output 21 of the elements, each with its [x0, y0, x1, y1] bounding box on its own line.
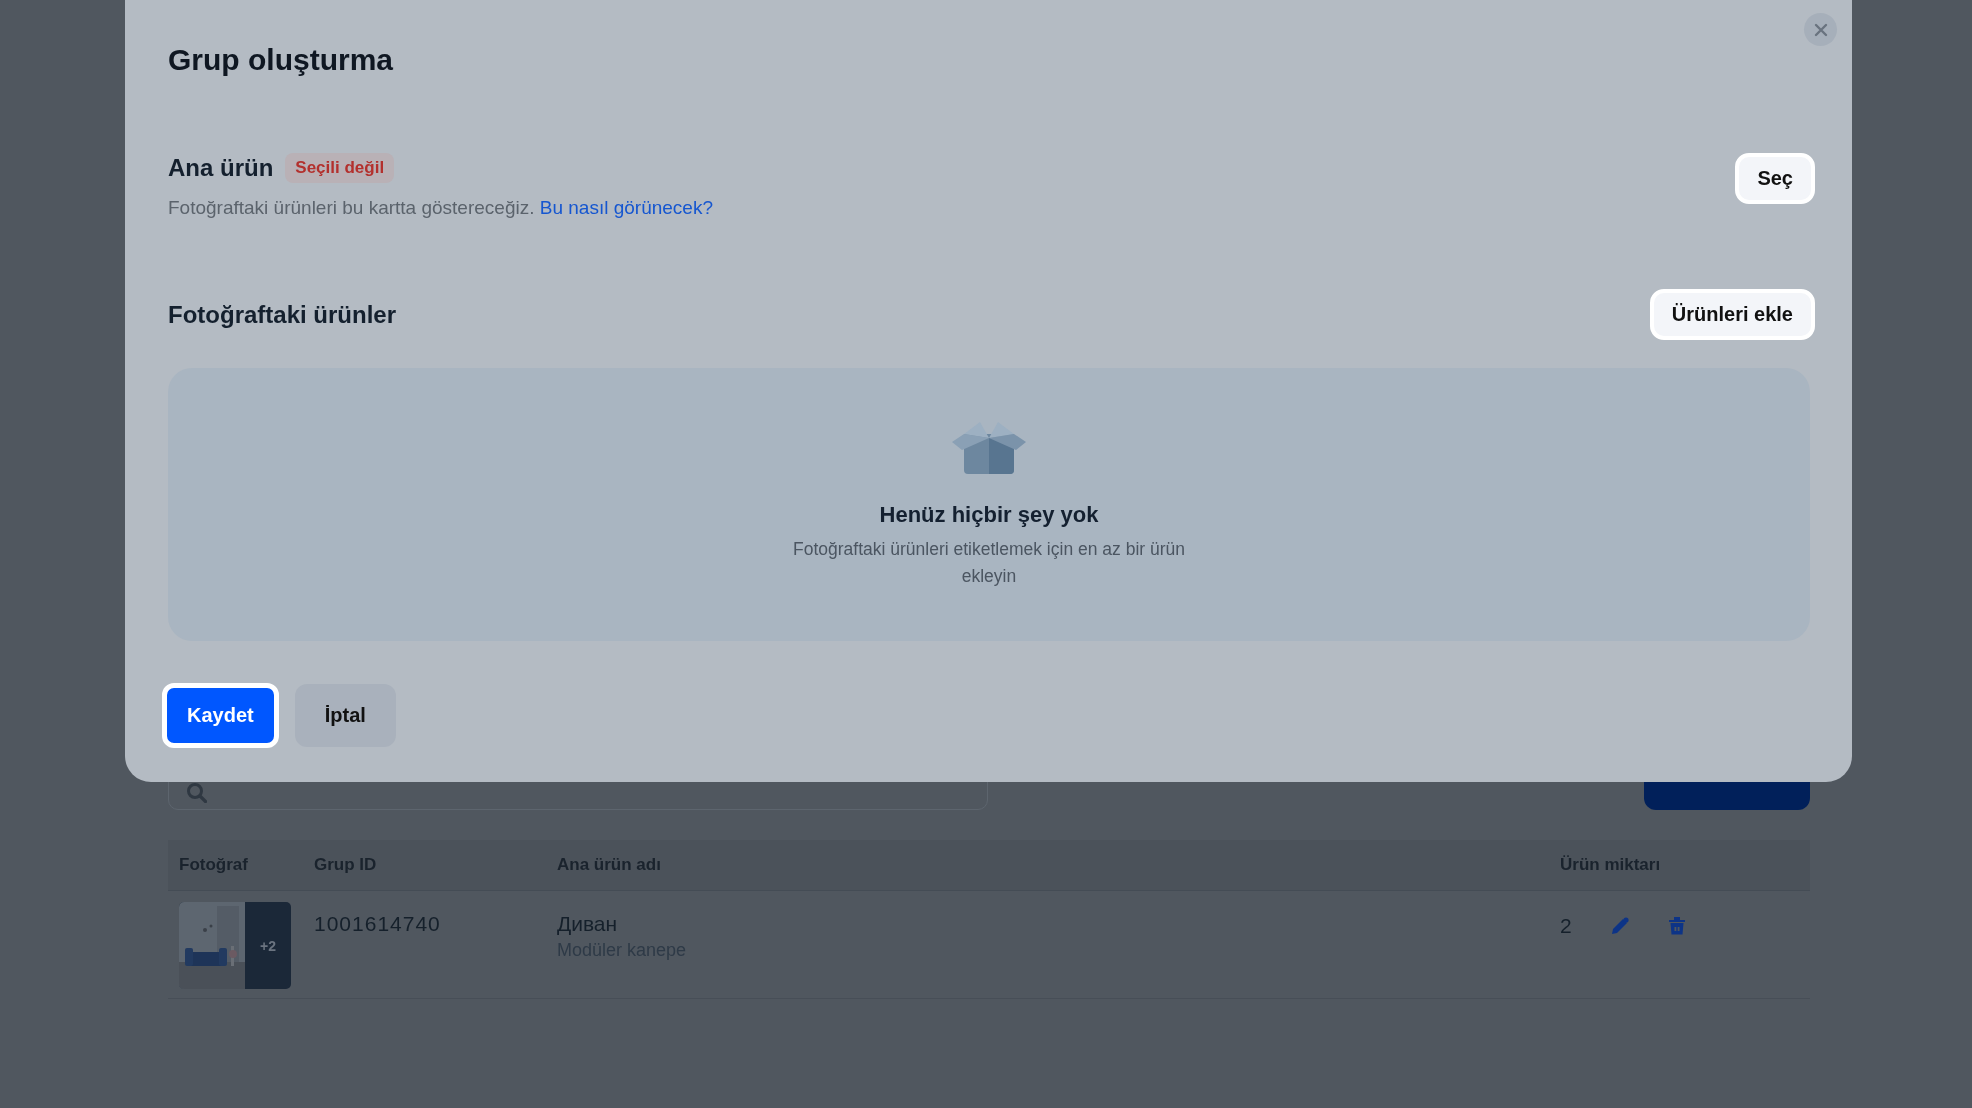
dialog-title: Grup oluşturma — [168, 43, 394, 77]
box-icon — [950, 420, 1028, 474]
empty-title: Henüz hiçbir şey yok — [879, 502, 1099, 528]
status-badge: Seçili değil — [285, 153, 395, 183]
select-button[interactable]: Seç — [1735, 153, 1815, 204]
empty-message: Fotoğraftaki ürünleri etiketlemek için en az bir ürün ekleyin — [792, 538, 1186, 588]
close-button[interactable] — [1804, 13, 1837, 46]
close-icon — [1813, 22, 1828, 37]
table-cell: 2 — [1560, 914, 1572, 938]
save-button[interactable]: Kaydet — [162, 683, 279, 748]
table-cell-text: 1001614740 — [314, 912, 442, 936]
section-description: Fotoğraftaki ürünleri bu kartta göstereceğiz. Bu nasıl görünecek? — [168, 197, 713, 219]
section-title: Fotoğraftaki ürünler — [168, 300, 396, 329]
section-title: Ana ürün — [168, 154, 274, 182]
search-icon — [187, 783, 207, 803]
add-products-button[interactable]: Ürünleri ekle — [1649, 289, 1815, 340]
pencil-icon[interactable] — [1609, 916, 1630, 936]
more-photos-count: +2 — [259, 936, 277, 956]
trash-icon[interactable] — [1667, 916, 1686, 936]
product-name: Диван — [557, 912, 619, 936]
cancel-button[interactable]: İptal — [294, 684, 396, 747]
